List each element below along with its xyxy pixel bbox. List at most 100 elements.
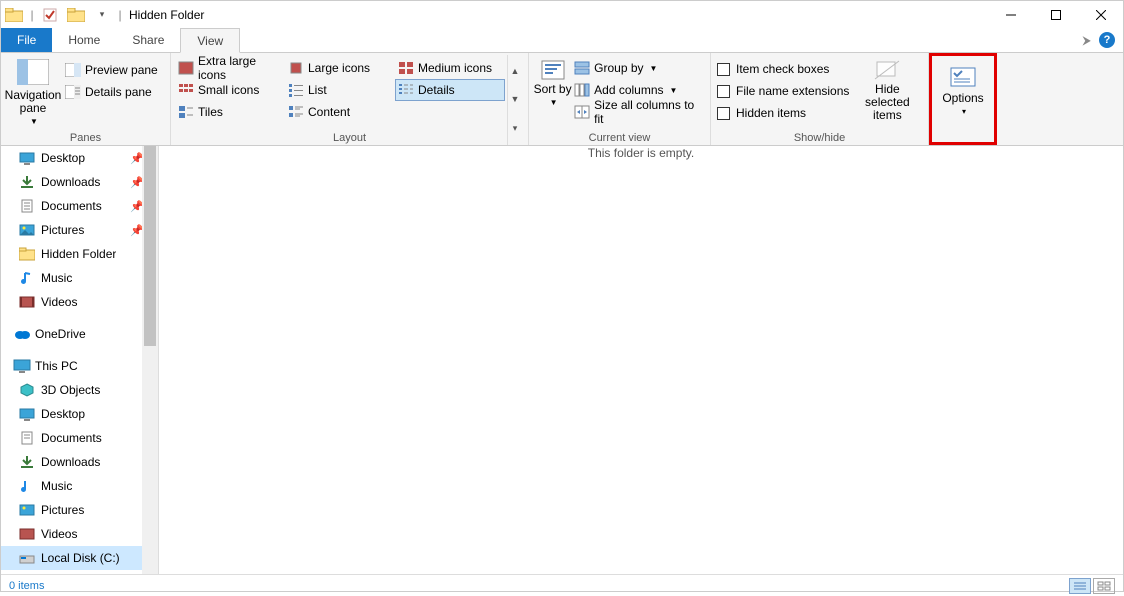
tree-label: Local Disk (C:)	[41, 551, 120, 565]
tree-videos[interactable]: Videos	[1, 290, 158, 314]
qat-separator: |	[29, 4, 35, 26]
tab-share[interactable]: Share	[116, 28, 180, 52]
list-icon	[288, 83, 304, 97]
chevron-down-icon: ▼	[670, 86, 678, 95]
status-bar: 0 items	[1, 574, 1123, 596]
extra-large-icons-icon	[178, 61, 194, 75]
tree-label: Music	[41, 271, 72, 285]
tree-desktop-2[interactable]: Desktop	[1, 402, 158, 426]
layout-extra-large-label: Extra large icons	[198, 54, 282, 82]
help-icon[interactable]: ?	[1099, 32, 1115, 48]
main-area: Desktop📌 Downloads📌 Documents📌 Pictures📌…	[1, 146, 1123, 574]
downloads-icon	[19, 455, 35, 469]
details-pane-icon	[65, 85, 81, 99]
layout-content-label: Content	[308, 105, 350, 119]
navigation-pane-icon	[17, 59, 49, 87]
tree-label: Desktop	[41, 151, 85, 165]
documents-icon	[19, 199, 35, 213]
tree-downloads-2[interactable]: Downloads	[1, 450, 158, 474]
properties-icon[interactable]	[39, 4, 61, 26]
tree-local-disk[interactable]: Local Disk (C:)	[1, 546, 158, 570]
tree-documents-2[interactable]: Documents	[1, 426, 158, 450]
videos-icon	[19, 295, 35, 309]
chevron-down-icon: ▼	[550, 96, 558, 109]
tree-label: Hidden Folder	[41, 247, 116, 261]
pictures-icon	[19, 503, 35, 517]
medium-icons-icon	[398, 61, 414, 75]
scroll-down-icon[interactable]: ▼	[508, 95, 522, 104]
checkbox-icon	[717, 85, 730, 98]
options-button[interactable]: Options ▾	[936, 58, 990, 142]
tab-view[interactable]: View	[180, 28, 240, 53]
group-by-label: Group by	[594, 61, 643, 75]
add-columns-label: Add columns	[594, 83, 663, 97]
tree-pictures-2[interactable]: Pictures	[1, 498, 158, 522]
group-layout-label: Layout	[171, 132, 528, 144]
size-columns-label: Size all columns to fit	[594, 98, 704, 126]
layout-extra-large[interactable]: Extra large icons	[175, 57, 285, 79]
layout-large[interactable]: Large icons	[285, 57, 395, 79]
tab-file[interactable]: File	[1, 28, 52, 52]
tree-label: This PC	[35, 359, 78, 373]
empty-folder-text: This folder is empty.	[588, 146, 694, 160]
sort-by-label: Sort by	[534, 83, 572, 96]
navigation-pane-label: Navigation pane	[5, 89, 62, 115]
layout-details-label: Details	[418, 83, 455, 97]
videos-icon	[19, 527, 35, 541]
maximize-button[interactable]	[1033, 1, 1078, 28]
file-name-extensions-toggle[interactable]: File name extensions	[715, 80, 851, 102]
tree-label: Downloads	[41, 175, 100, 189]
layout-small[interactable]: Small icons	[175, 79, 285, 101]
tree-this-pc[interactable]: This PC	[1, 354, 158, 378]
folder-icon	[19, 247, 35, 261]
minimize-button[interactable]	[988, 1, 1033, 28]
item-check-label: Item check boxes	[736, 62, 829, 76]
chevron-down-icon: ▾	[962, 105, 966, 118]
thumbnails-view-button[interactable]	[1093, 578, 1115, 594]
options-label: Options	[942, 92, 983, 105]
scrollbar-thumb[interactable]	[144, 146, 156, 346]
layout-medium[interactable]: Medium icons	[395, 57, 505, 79]
scroll-up-icon[interactable]: ▲	[508, 67, 522, 76]
sidebar-scrollbar[interactable]	[142, 146, 158, 574]
layout-list[interactable]: List	[285, 79, 395, 101]
tree-label: Videos	[41, 295, 77, 309]
tree-onedrive[interactable]: OneDrive	[1, 322, 158, 346]
minimize-ribbon-icon[interactable]: ⮞	[1082, 33, 1091, 48]
hidden-items-toggle[interactable]: Hidden items	[715, 102, 851, 124]
group-by-button[interactable]: Group by▼	[572, 57, 706, 79]
layout-details[interactable]: Details	[395, 79, 505, 101]
onedrive-icon	[13, 327, 29, 341]
content-icon	[288, 105, 304, 119]
tree-label: Desktop	[41, 407, 85, 421]
tree-desktop[interactable]: Desktop📌	[1, 146, 158, 170]
tree-music[interactable]: Music	[1, 266, 158, 290]
item-count: 0 items	[9, 580, 44, 592]
close-button[interactable]	[1078, 1, 1123, 28]
layout-small-label: Small icons	[198, 83, 259, 97]
window-title: Hidden Folder	[129, 8, 204, 22]
preview-pane-label: Preview pane	[85, 63, 158, 77]
folder-icon	[3, 4, 25, 26]
tree-label: Documents	[41, 431, 102, 445]
layout-tiles[interactable]: Tiles	[175, 101, 285, 123]
qat-dropdown-icon[interactable]: ▾	[91, 4, 113, 26]
tree-videos-2[interactable]: Videos	[1, 522, 158, 546]
music-icon	[19, 271, 35, 285]
tree-documents[interactable]: Documents📌	[1, 194, 158, 218]
quick-access-toolbar: | ▾ |	[1, 1, 125, 28]
item-check-boxes-toggle[interactable]: Item check boxes	[715, 58, 851, 80]
tree-3d-objects[interactable]: 3D Objects	[1, 378, 158, 402]
details-view-button[interactable]	[1069, 578, 1091, 594]
tab-home[interactable]: Home	[52, 28, 116, 52]
layout-content[interactable]: Content	[285, 101, 395, 123]
tree-hidden-folder[interactable]: Hidden Folder	[1, 242, 158, 266]
tree-music-2[interactable]: Music	[1, 474, 158, 498]
details-pane-button[interactable]: Details pane	[61, 81, 162, 103]
preview-pane-button[interactable]: Preview pane	[61, 59, 162, 81]
tree-pictures[interactable]: Pictures📌	[1, 218, 158, 242]
size-columns-button[interactable]: Size all columns to fit	[572, 101, 706, 123]
tree-downloads[interactable]: Downloads📌	[1, 170, 158, 194]
folder-content[interactable]: This folder is empty.	[159, 146, 1123, 574]
layout-list-label: List	[308, 83, 327, 97]
